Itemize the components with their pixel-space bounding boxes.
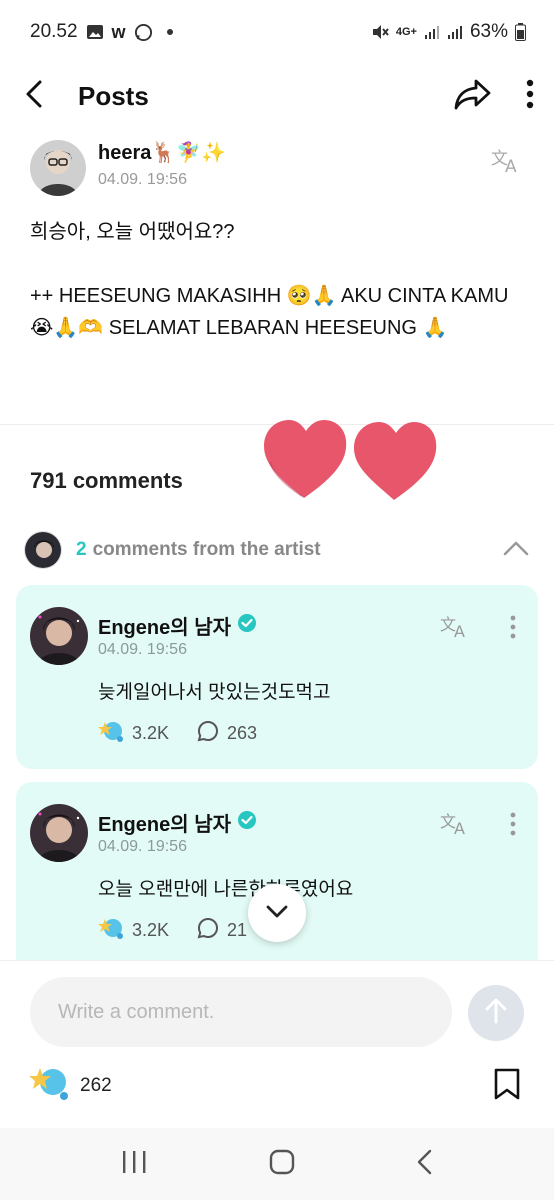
more-options-icon[interactable] xyxy=(510,615,516,644)
battery-icon xyxy=(515,23,526,41)
reply-count: 21 xyxy=(227,920,248,940)
comments-count: 791 comments xyxy=(30,468,183,493)
comment-input[interactable]: Write a comment. xyxy=(30,977,452,1047)
verified-badge-icon xyxy=(237,613,257,639)
artist-comments-toggle[interactable]: 2 comments from the artist xyxy=(24,530,530,570)
network-type-icon: 4G+ xyxy=(395,26,417,38)
commenter-name[interactable]: Engene의 남자 xyxy=(98,611,231,640)
whatsapp-notification-icon xyxy=(134,23,153,42)
comment-date: 04.09. 19:56 xyxy=(98,641,187,658)
gallery-notification-icon xyxy=(86,23,104,41)
app-bar: Posts xyxy=(0,64,554,128)
author-avatar[interactable] xyxy=(30,140,86,196)
scroll-down-button[interactable] xyxy=(248,884,306,942)
translate-icon[interactable]: 文A xyxy=(490,146,524,179)
translate-icon[interactable]: 文A xyxy=(440,613,472,644)
artist-comments-label: 2 comments from the artist xyxy=(76,539,321,561)
translate-icon[interactable]: 文A xyxy=(440,810,472,841)
comment-stats: 3.2K 263 xyxy=(98,719,285,748)
w-app-notification-icon: w xyxy=(111,21,126,42)
back-arrow-icon[interactable] xyxy=(22,79,46,114)
signal-icon-2 xyxy=(447,24,463,40)
share-icon[interactable] xyxy=(454,78,492,115)
home-icon[interactable] xyxy=(268,1148,296,1181)
like-stat[interactable]: 3.2K xyxy=(98,916,169,945)
reply-count: 263 xyxy=(227,723,258,743)
bookmark-icon[interactable] xyxy=(492,1067,522,1106)
like-count: 3.2K xyxy=(132,920,170,940)
artist-comments-text: comments from the artist xyxy=(92,539,321,560)
send-button[interactable] xyxy=(468,985,524,1041)
commenter-avatar[interactable] xyxy=(30,607,88,665)
artist-comments-count: 2 xyxy=(76,539,87,560)
post-body: 희승아, 오늘 어땠어요?? ++ HEESEUNG MAKASIHH 🥺🙏 A… xyxy=(30,221,509,339)
hearts-sticker xyxy=(262,418,438,502)
comment-date: 04.09. 19:56 xyxy=(98,838,187,855)
artist-avatar-small xyxy=(24,531,62,569)
post-author-name[interactable]: heera🦌🧚‍♀️✨ xyxy=(98,140,226,165)
post-like-button[interactable]: 262 xyxy=(28,1065,112,1107)
commenter-name[interactable]: Engene의 남자 xyxy=(98,808,231,837)
commenter-name-row: Engene의 남자 xyxy=(98,611,257,640)
comment-composer: Write a comment. 262 xyxy=(0,960,554,1128)
arrow-up-icon xyxy=(484,998,508,1029)
more-options-icon[interactable] xyxy=(526,79,534,114)
more-notifications-dot xyxy=(166,29,173,35)
verified-badge-icon xyxy=(237,810,257,836)
like-star-icon xyxy=(28,1065,70,1107)
status-bar: 20.52 w 4G+ 63% xyxy=(0,0,554,64)
battery-percent: 63% xyxy=(469,21,508,42)
post-like-count: 262 xyxy=(80,1075,112,1096)
comment-bubble-icon xyxy=(197,917,219,944)
reply-stat[interactable]: 263 xyxy=(197,720,257,747)
post-header: heera🦌🧚‍♀️✨ 04.09. 19:56 文A xyxy=(30,140,524,200)
commenter-avatar[interactable] xyxy=(30,804,88,862)
comment-text: 오늘 오랜만에 나른한하루였어요 xyxy=(98,879,354,900)
recent-apps-icon[interactable] xyxy=(119,1149,149,1180)
signal-icon-1 xyxy=(424,24,440,40)
comment-text: 늦게일어나서 맛있는것도먹고 xyxy=(98,682,331,703)
artist-comment-card: Engene의 남자 04.09. 19:56 文A 늦게일어나서 맛있는것도먹… xyxy=(16,585,538,769)
like-star-icon xyxy=(98,916,124,945)
svg-text:A: A xyxy=(505,157,517,174)
commenter-name-row: Engene의 남자 xyxy=(98,808,257,837)
mute-icon xyxy=(371,23,389,41)
status-time: 20.52 xyxy=(30,21,78,42)
system-back-icon[interactable] xyxy=(415,1148,435,1181)
post-date: 04.09. 19:56 xyxy=(98,171,187,188)
like-star-icon xyxy=(98,719,124,748)
more-options-icon[interactable] xyxy=(510,812,516,841)
reply-stat[interactable]: 21 xyxy=(197,917,247,944)
svg-text:A: A xyxy=(454,819,465,836)
like-stat[interactable]: 3.2K xyxy=(98,719,169,748)
system-nav-bar xyxy=(0,1128,554,1200)
chevron-up-icon[interactable] xyxy=(502,539,530,562)
chevron-down-icon xyxy=(265,903,289,924)
like-count: 3.2K xyxy=(132,723,170,743)
page-title: Posts xyxy=(78,80,149,111)
svg-text:A: A xyxy=(454,622,465,639)
comment-bubble-icon xyxy=(197,720,219,747)
